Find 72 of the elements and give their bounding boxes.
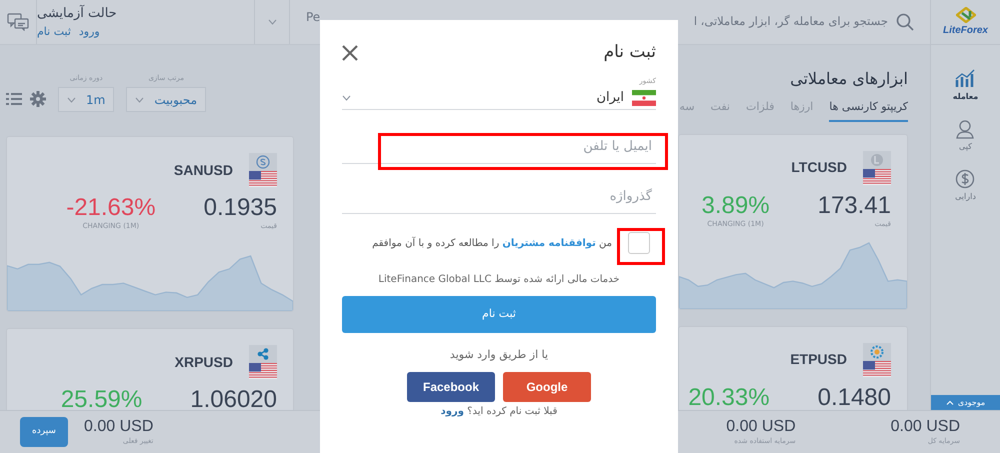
chevron-down-icon <box>135 96 144 102</box>
change-percent: 3.89% <box>702 192 770 219</box>
agreement-text: من توافقنامه مشتریان را مطالعه کرده و با آن موافقم <box>372 236 612 250</box>
deposit-button[interactable]: سپرده <box>20 417 68 447</box>
close-icon[interactable] <box>342 44 358 61</box>
chevron-down-icon <box>342 94 351 100</box>
sidebar-item[interactable]: معامله <box>952 69 978 103</box>
category-tab[interactable]: سه <box>679 99 695 122</box>
search-icon <box>896 13 914 31</box>
country-select[interactable]: ایران <box>342 86 656 110</box>
email-field[interactable]: ایمیل یا تلفن <box>342 132 656 164</box>
trading-chart-icon <box>955 69 976 89</box>
us-flag-icon <box>249 363 277 379</box>
category-tab[interactable]: فلزات <box>746 99 774 122</box>
list-icon[interactable] <box>6 92 22 106</box>
coin-icon <box>249 153 277 171</box>
balance-tab[interactable]: موجودی <box>931 395 1000 410</box>
dollar-icon <box>955 169 976 189</box>
amount-value: 0.00 USD <box>84 418 154 436</box>
price-value: 173.41 <box>818 192 891 219</box>
chevron-down-icon[interactable] <box>268 19 276 25</box>
logo-text: LiteForex <box>942 24 988 38</box>
chat-icon <box>7 13 29 31</box>
google-button[interactable]: Google <box>503 372 591 402</box>
header-link[interactable]: ورود <box>78 24 100 40</box>
change-percent: -21.63% <box>66 195 156 222</box>
instrument-symbol: XRPUSD <box>174 352 233 372</box>
sort-select[interactable]: محبوبیت <box>126 87 206 112</box>
logo-icon <box>956 6 976 22</box>
agreement-checkbox[interactable] <box>628 232 650 254</box>
caret-up-icon <box>946 400 954 405</box>
change-percent: 25.59% <box>60 387 142 410</box>
person-icon <box>955 119 976 139</box>
demo-mode-title: حالت آزمایشی <box>37 4 117 23</box>
header-text: Pe <box>305 9 320 26</box>
coin-icon <box>863 150 891 168</box>
change-percent: 20.33% <box>688 384 770 410</box>
login-link[interactable]: ورود <box>440 406 464 416</box>
instrument-symbol: ETPUSD <box>790 350 847 369</box>
provider-note: خدمات مالی ارائه شده توسط LiteFinance Global LLC <box>377 273 621 287</box>
chevron-down-icon <box>67 96 76 102</box>
header-link[interactable]: ثبت نام <box>37 24 71 40</box>
highlight-frame <box>617 228 665 265</box>
us-flag-icon <box>863 168 891 184</box>
amount-value: 0.00 USD <box>890 418 960 436</box>
amount-value: 0.00 USD <box>726 418 796 436</box>
search-field[interactable]: جستجو برای معامله گر، ابزار معاملاتی، ا <box>678 0 930 44</box>
instrument-symbol: LTCUSD <box>791 158 847 177</box>
facebook-button[interactable]: Facebook <box>407 372 495 402</box>
login-prompt: قبلا ثبت نام کرده اید؟ ورود <box>440 404 558 418</box>
social-prompt: یا از طریق وارد شوید <box>448 347 550 363</box>
price-value: 0.1935 <box>204 195 277 222</box>
category-tab[interactable]: ارزها <box>790 99 814 122</box>
section-title: ابزارهای معاملاتی <box>789 68 908 90</box>
submit-button[interactable]: ثبت نام <box>342 296 656 333</box>
category-tab[interactable]: کریپتو کارنسی ها <box>829 99 908 122</box>
sidebar-item[interactable]: دارایی <box>952 169 978 203</box>
modal-title: ثبت نام <box>604 41 656 64</box>
sidebar-item[interactable]: کپی <box>952 119 978 153</box>
coin-icon <box>249 345 277 363</box>
agreement-link[interactable]: توافقنامه مشتریان <box>502 238 596 248</box>
us-flag-icon <box>863 360 891 376</box>
settings-icon[interactable] <box>30 91 46 107</box>
price-value: 0.1480 <box>818 384 891 410</box>
iran-flag-icon <box>632 90 656 106</box>
price-value: 1.06020 <box>190 387 277 410</box>
instrument-symbol: SANUSD <box>174 160 233 180</box>
category-tab[interactable]: نفت <box>710 99 730 122</box>
password-field[interactable]: گذرواژه <box>342 182 656 214</box>
coin-icon <box>863 342 891 360</box>
timeframe-select[interactable]: 1m <box>58 87 114 112</box>
us-flag-icon <box>249 171 277 187</box>
